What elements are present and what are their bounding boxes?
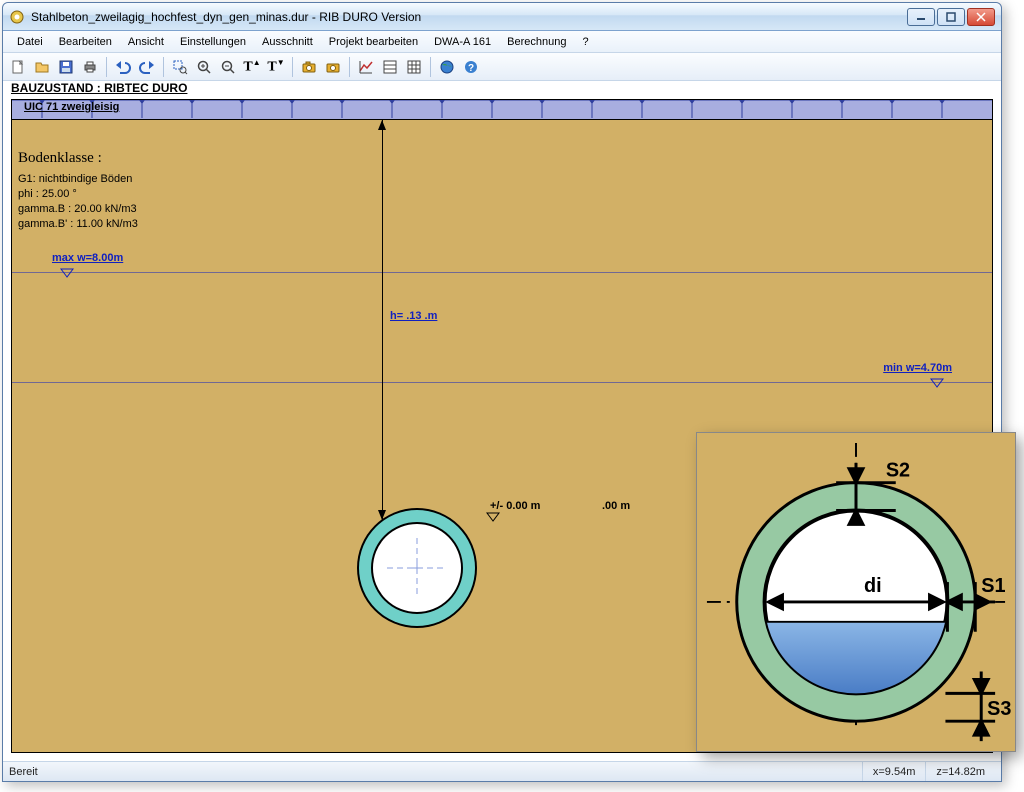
toolbar-separator <box>292 57 293 77</box>
max-water-label: max w=8.00m <box>52 252 123 264</box>
titlebar: Stahlbeton_zweilagig_hochfest_dyn_gen_mi… <box>3 3 1001 31</box>
menu-berechnung[interactable]: Berechnung <box>499 36 574 48</box>
close-button[interactable] <box>967 8 995 26</box>
text-big-icon[interactable]: T▲ <box>241 56 263 78</box>
menubar: Datei Bearbeiten Ansicht Einstellungen A… <box>3 31 1001 53</box>
help-icon[interactable]: ? <box>460 56 482 78</box>
ground-marker-right: .00 m <box>602 500 630 512</box>
menu-ansicht[interactable]: Ansicht <box>120 36 172 48</box>
app-icon <box>9 9 25 25</box>
save-icon[interactable] <box>55 56 77 78</box>
statusbar: Bereit x=9.54m z=14.82m <box>3 761 1001 781</box>
detail-s2-label: S2 <box>886 460 910 482</box>
min-water-line <box>12 382 992 383</box>
menu-datei[interactable]: Datei <box>9 36 51 48</box>
menu-bearbeiten[interactable]: Bearbeiten <box>51 36 120 48</box>
form-icon[interactable] <box>379 56 401 78</box>
toolbar-separator <box>430 57 431 77</box>
camera-icon[interactable] <box>298 56 320 78</box>
load-arrows-icon <box>12 100 992 120</box>
new-icon[interactable] <box>7 56 29 78</box>
print-icon[interactable] <box>79 56 101 78</box>
toolbar-separator <box>349 57 350 77</box>
window-title: Stahlbeton_zweilagig_hochfest_dyn_gen_mi… <box>31 10 907 24</box>
load-label: UIC 71 zweigleisig <box>24 101 119 113</box>
min-water-label: min w=4.70m <box>883 362 952 374</box>
zoom-window-icon[interactable] <box>169 56 191 78</box>
menu-dwa[interactable]: DWA-A 161 <box>426 36 499 48</box>
soil-line: gamma.B' : 11.00 kN/m3 <box>18 217 138 232</box>
pipe-detail-overlay: di S2 S1 S3 <box>696 432 1016 752</box>
pipe-cross-section <box>357 508 477 628</box>
toolbar-separator <box>163 57 164 77</box>
max-water-line <box>12 272 992 273</box>
water-triangle-icon <box>60 268 74 278</box>
ground-marker-left: +/- 0.00 m <box>490 500 540 512</box>
detail-di-label: di <box>864 575 882 597</box>
soil-title: Bodenklasse : <box>18 148 138 168</box>
zoom-in-icon[interactable] <box>193 56 215 78</box>
status-x: x=9.54m <box>862 762 926 781</box>
menu-einstellungen[interactable]: Einstellungen <box>172 36 254 48</box>
menu-projekt[interactable]: Projekt bearbeiten <box>321 36 426 48</box>
soil-line: phi : 25.00 ° <box>18 187 138 202</box>
undo-icon[interactable] <box>112 56 134 78</box>
heading: BAUZUSTAND : RIBTEC DURO <box>3 81 1001 99</box>
detail-s3-label: S3 <box>987 698 1011 720</box>
soil-line: G1: nichtbindige Böden <box>18 172 138 187</box>
toolbar-separator <box>106 57 107 77</box>
zoom-out-icon[interactable] <box>217 56 239 78</box>
status-z: z=14.82m <box>925 762 995 781</box>
depth-label: h= .13 .m <box>390 310 437 322</box>
menu-ausschnitt[interactable]: Ausschnitt <box>254 36 321 48</box>
minimize-button[interactable] <box>907 8 935 26</box>
maximize-button[interactable] <box>937 8 965 26</box>
load-bar: UIC 71 zweigleisig <box>12 100 992 120</box>
open-icon[interactable] <box>31 56 53 78</box>
soil-line: gamma.B : 20.00 kN/m3 <box>18 202 138 217</box>
camera2-icon[interactable] <box>322 56 344 78</box>
globe-icon[interactable] <box>436 56 458 78</box>
text-small-icon[interactable]: T▼ <box>265 56 287 78</box>
ground-triangle-icon <box>486 512 500 522</box>
water-triangle-icon <box>930 378 944 388</box>
status-ready: Bereit <box>9 766 38 778</box>
menu-help[interactable]: ? <box>574 36 596 48</box>
soil-info: Bodenklasse : G1: nichtbindige Böden phi… <box>18 148 138 232</box>
chart-icon[interactable] <box>355 56 377 78</box>
table-icon[interactable] <box>403 56 425 78</box>
svg-text:?: ? <box>468 63 474 74</box>
toolbar: T▲ T▼ ? <box>3 53 1001 81</box>
window-controls <box>907 8 995 26</box>
redo-icon[interactable] <box>136 56 158 78</box>
depth-arrow-icon <box>382 120 383 520</box>
detail-s1-label: S1 <box>981 575 1005 597</box>
